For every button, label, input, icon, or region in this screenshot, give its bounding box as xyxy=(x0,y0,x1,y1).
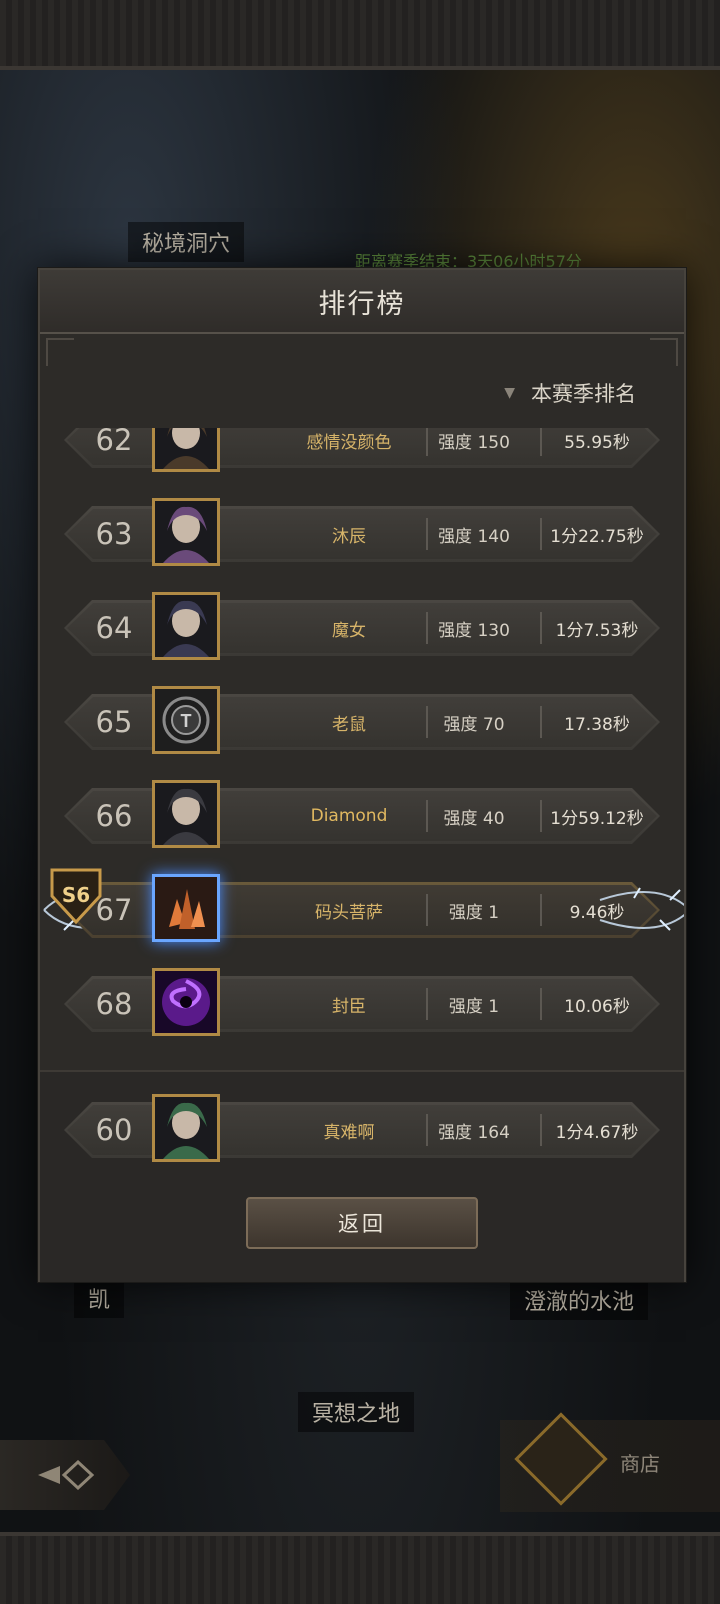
player-avatar-icon[interactable] xyxy=(152,592,220,660)
return-button[interactable]: 返回 xyxy=(246,1197,478,1249)
clear-time: 1分4.67秒 xyxy=(555,1122,639,1143)
clear-time: 1分7.53秒 xyxy=(555,620,639,641)
chest-icon xyxy=(514,1412,608,1506)
player-name: 魔女 xyxy=(332,620,366,641)
power-value: 强度 150 xyxy=(438,432,510,453)
player-name: 码头菩萨 xyxy=(315,902,383,923)
rank-number: 66 xyxy=(95,799,133,833)
leaderboard-row[interactable]: 62 感情没颜色 强度 150 55.95秒 xyxy=(64,428,660,472)
player-avatar-icon[interactable] xyxy=(152,968,220,1036)
player-name: 沐辰 xyxy=(332,526,366,547)
leaderboard-row[interactable]: 68 封臣 强度 1 10.06秒 xyxy=(64,968,660,1036)
back-arrow-button[interactable] xyxy=(0,1440,130,1510)
leaderboard-row[interactable]: 65 T 老鼠 强度 70 17.38秒 xyxy=(64,686,660,754)
power-value: 强度 70 xyxy=(443,714,505,735)
top-frame xyxy=(0,0,720,70)
shop-button[interactable]: 商店 xyxy=(500,1412,720,1512)
clear-time: 17.38秒 xyxy=(564,714,630,735)
power-value: 强度 40 xyxy=(443,808,505,829)
power-value: 强度 164 xyxy=(438,1122,510,1143)
map-label-secret-cave[interactable]: 秘境洞穴 xyxy=(128,222,245,262)
player-avatar-icon[interactable] xyxy=(152,428,220,472)
ranking-list[interactable]: 62 感情没颜色 强度 150 55.95秒 63 沐辰 强度 140 1分22… xyxy=(40,428,684,1048)
leaderboard-modal: 排行榜 ▼ 本赛季排名 62 感情没颜色 强度 150 55.95秒 63 沐辰… xyxy=(38,268,686,1282)
self-rank-panel: 60 真难啊 强度 164 1分4.67秒 xyxy=(40,1070,684,1282)
player-name: 感情没颜色 xyxy=(306,432,392,453)
map-label-meditation-land[interactable]: 冥想之地 xyxy=(298,1392,415,1432)
rank-number: 65 xyxy=(95,705,133,739)
frost-vine-ornament xyxy=(580,870,684,950)
player-avatar-icon[interactable] xyxy=(152,1094,220,1162)
sort-dropdown[interactable]: ▼ 本赛季排名 xyxy=(504,378,636,408)
corner-ornament xyxy=(650,338,678,366)
svg-text:T: T xyxy=(181,711,192,731)
map-label-kai[interactable]: 凯 xyxy=(74,1278,125,1318)
clear-time: 1分59.12秒 xyxy=(550,808,644,829)
player-name: Diamond xyxy=(310,806,388,826)
player-avatar-icon[interactable] xyxy=(152,874,220,942)
sort-label: 本赛季排名 xyxy=(531,382,636,406)
player-avatar-icon[interactable] xyxy=(152,780,220,848)
player-name: 真难啊 xyxy=(323,1122,375,1143)
rank-number: 62 xyxy=(95,428,133,457)
player-name: 老鼠 xyxy=(332,714,366,735)
modal-header: 排行榜 xyxy=(40,270,684,334)
clear-time: 10.06秒 xyxy=(564,996,630,1017)
shop-label: 商店 xyxy=(620,1452,660,1476)
rank-number: 68 xyxy=(95,987,133,1021)
bottom-frame xyxy=(0,1532,720,1604)
corner-ornament xyxy=(46,338,74,366)
rank-number: 63 xyxy=(95,517,133,551)
player-avatar-icon[interactable]: T xyxy=(152,686,220,754)
dropdown-arrow-icon: ▼ xyxy=(504,385,515,401)
leaderboard-row[interactable]: 64 魔女 强度 130 1分7.53秒 xyxy=(64,592,660,660)
power-value: 强度 1 xyxy=(448,902,500,923)
clear-time: 55.95秒 xyxy=(564,432,630,453)
leaderboard-row[interactable]: 60 真难啊 强度 164 1分4.67秒 xyxy=(64,1094,660,1162)
leaderboard-row[interactable]: 66 Diamond 强度 40 1分59.12秒 xyxy=(64,780,660,848)
back-arrow-icon xyxy=(38,1460,95,1490)
player-name: 封臣 xyxy=(332,996,366,1017)
power-value: 强度 130 xyxy=(438,620,510,641)
season-badge: S6 xyxy=(48,866,104,926)
modal-title: 排行榜 xyxy=(318,288,406,320)
leaderboard-row[interactable]: 63 沐辰 强度 140 1分22.75秒 xyxy=(64,498,660,566)
rank-number: 60 xyxy=(95,1113,133,1147)
power-value: 强度 1 xyxy=(448,996,500,1017)
leaderboard-row[interactable]: 67 码头菩萨 强度 1 9.46秒 S6 xyxy=(43,868,684,942)
power-value: 强度 140 xyxy=(438,526,510,547)
rank-number: 64 xyxy=(95,611,133,645)
season-badge-label: S6 xyxy=(62,883,90,907)
clear-time: 1分22.75秒 xyxy=(550,526,644,547)
map-label-clear-pool[interactable]: 澄澈的水池 xyxy=(510,1280,649,1320)
player-avatar-icon[interactable] xyxy=(152,498,220,566)
